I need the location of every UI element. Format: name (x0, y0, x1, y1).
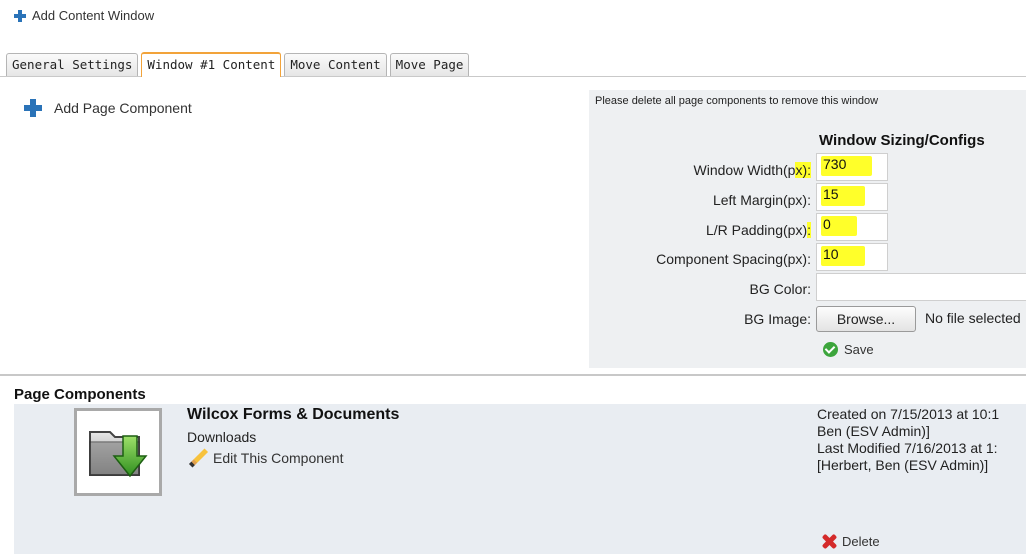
delete-component-button[interactable]: Delete (822, 534, 880, 549)
component-type: Downloads (187, 429, 257, 445)
window-config-panel: Please delete all page components to rem… (589, 90, 1026, 368)
component-row: Wilcox Forms & Documents Downloads Edit … (14, 404, 1026, 554)
edit-component-link[interactable]: Edit This Component (187, 448, 343, 468)
window-width-input[interactable]: 730 (816, 153, 888, 181)
page-components-heading: Page Components (14, 386, 146, 403)
bg-image-label: BG Image: (744, 311, 811, 327)
tab-move-content[interactable]: Move Content (284, 53, 387, 76)
edit-component-label: Edit This Component (213, 450, 344, 466)
tab-move-page[interactable]: Move Page (389, 53, 470, 76)
file-status: No file selected (925, 310, 1021, 326)
plus-icon (24, 99, 42, 117)
download-folder-icon (74, 408, 162, 496)
add-content-window-label: Add Content Window (32, 8, 155, 23)
browse-button[interactable]: Browse... (816, 306, 916, 332)
component-name: Wilcox Forms & Documents (187, 406, 400, 423)
save-label: Save (844, 342, 874, 357)
component-spacing-label: Component Spacing(px): (656, 251, 811, 267)
left-margin-label: Left Margin(px): (712, 192, 811, 208)
add-content-window-link[interactable]: Add Content Window (14, 8, 154, 23)
pencil-icon (187, 448, 207, 468)
delete-x-icon (822, 534, 837, 549)
bg-color-label: BG Color: (749, 281, 811, 297)
plus-icon (14, 9, 26, 22)
save-button[interactable]: Save (823, 342, 874, 357)
tab-general-settings[interactable]: General Settings (6, 53, 139, 76)
remove-window-notice: Please delete all page components to rem… (595, 95, 879, 107)
component-meta: Created on 7/15/2013 at 10:1 Ben (ESV Adm… (817, 406, 1000, 473)
left-margin-input[interactable]: 15 (816, 183, 888, 211)
component-spacing-input[interactable]: 10 (816, 243, 888, 271)
section-divider (0, 374, 1026, 376)
add-page-component-link[interactable]: Add Page Component (24, 99, 192, 117)
tab-window-1-content[interactable]: Window #1 Content (141, 52, 282, 77)
delete-label: Delete (842, 534, 880, 549)
bg-color-input[interactable] (816, 273, 1026, 301)
check-circle-icon (823, 342, 838, 357)
config-title: Window Sizing/Configs (819, 132, 985, 149)
lr-padding-label: L/R Padding(px): (705, 222, 811, 238)
lr-padding-input[interactable]: 0 (816, 213, 888, 241)
add-page-component-label: Add Page Component (54, 100, 192, 116)
tab-bar: General Settings Window #1 Content Move … (0, 52, 1026, 77)
window-width-label: Window Width(px): (693, 162, 811, 178)
